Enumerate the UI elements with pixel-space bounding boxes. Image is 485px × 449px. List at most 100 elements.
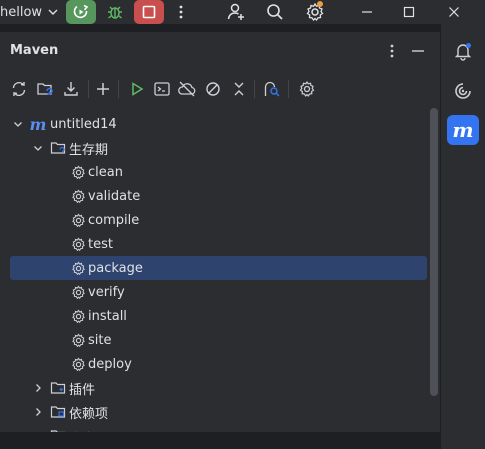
maven-toolbar <box>0 76 440 102</box>
collapse-all-icon <box>234 82 244 96</box>
toolbar-separator <box>254 80 255 98</box>
goal-row-validate[interactable]: validate <box>10 184 427 208</box>
project-label: untitled14 <box>50 116 117 132</box>
run-button[interactable] <box>66 0 96 24</box>
notifications-button[interactable] <box>447 36 479 66</box>
goal-label: verify <box>88 284 125 300</box>
maven-tool-button[interactable]: m <box>447 115 479 145</box>
ide-settings-button[interactable] <box>300 0 330 24</box>
goal-label: test <box>88 236 113 252</box>
close-icon <box>449 7 459 17</box>
window-close-button[interactable] <box>439 0 469 24</box>
tree-row-dependencies[interactable]: 依赖项 <box>10 400 427 424</box>
goal-label: deploy <box>88 356 132 372</box>
title-bar: hellow <box>0 0 485 24</box>
stop-button[interactable] <box>134 0 164 24</box>
plugins-label: 插件 <box>69 382 96 398</box>
more-vertical-icon <box>179 5 183 19</box>
goal-label: clean <box>88 164 123 180</box>
vertical-scrollbar[interactable] <box>430 108 438 396</box>
goal-row-install[interactable]: install <box>10 304 427 328</box>
goal-label: package <box>88 260 143 276</box>
gear-icon <box>70 308 86 324</box>
goal-row-verify[interactable]: verify <box>10 280 427 304</box>
ai-assistant-icon <box>455 83 471 99</box>
gear-icon <box>70 332 86 348</box>
lifecycle-label: 生存期 <box>69 142 109 158</box>
chevron-down-icon[interactable] <box>12 118 24 130</box>
gear-icon <box>70 188 86 204</box>
analyze-dependencies-icon <box>264 81 280 97</box>
gear-icon <box>70 236 86 252</box>
tree-row-repositories[interactable]: 仓库 <box>10 424 427 432</box>
chevron-down-icon <box>48 9 58 15</box>
add-maven-project-icon <box>37 83 53 95</box>
panel-title: Maven <box>10 43 59 58</box>
run-maven-build-icon <box>132 82 144 96</box>
maven-m-icon: m <box>29 114 47 134</box>
panel-header: Maven <box>0 32 440 70</box>
debug-button[interactable] <box>100 0 130 24</box>
project-selector[interactable]: hellow <box>0 2 60 22</box>
goal-row-clean[interactable]: clean <box>10 160 427 184</box>
search-icon <box>267 4 283 20</box>
goal-row-site[interactable]: site <box>10 328 427 352</box>
dependencies-label: 依赖项 <box>69 406 109 422</box>
window-minimize-button[interactable] <box>352 0 382 24</box>
reload-projects-button[interactable] <box>8 78 30 100</box>
gear-icon <box>70 212 86 228</box>
maven-settings-button[interactable] <box>296 78 318 100</box>
plus-icon <box>97 83 109 95</box>
ai-assistant-button[interactable] <box>447 76 479 106</box>
toolbar-separator <box>118 80 119 98</box>
chevron-down-icon[interactable] <box>32 142 44 154</box>
generate-sources-button[interactable] <box>34 78 56 100</box>
add-maven-project-button[interactable] <box>92 78 114 100</box>
hide-panel-button[interactable] <box>408 40 428 62</box>
toolbar-separator <box>288 80 289 98</box>
goal-row-test[interactable]: test <box>10 232 427 256</box>
execute-goal-button[interactable] <box>151 78 173 100</box>
offline-mode-icon <box>178 81 196 97</box>
reload-icon <box>12 81 26 97</box>
more-vertical-icon <box>390 44 394 58</box>
stop-icon <box>142 5 156 19</box>
gear-icon <box>70 260 86 276</box>
more-actions-button[interactable] <box>166 0 196 24</box>
gear-icon <box>70 284 86 300</box>
chevron-right-icon[interactable] <box>32 382 44 394</box>
settings-update-badge <box>317 1 323 7</box>
project-name: hellow <box>0 4 43 20</box>
code-with-me-button[interactable] <box>221 0 251 24</box>
goal-label: install <box>88 308 127 324</box>
dependencies-folder-icon <box>50 404 66 420</box>
tree-row-lifecycle[interactable]: 生存期 <box>10 136 427 160</box>
tree-row-plugins[interactable]: 插件 <box>10 376 427 400</box>
skip-tests-button[interactable] <box>202 78 224 100</box>
gear-icon <box>70 164 86 180</box>
plugins-folder-icon <box>50 380 66 396</box>
download-icon <box>64 82 78 96</box>
download-sources-button[interactable] <box>60 78 82 100</box>
chevron-right-icon[interactable] <box>32 406 44 418</box>
run-maven-build-button[interactable] <box>126 78 148 100</box>
maven-tool-icon: m <box>452 118 474 142</box>
goal-row-compile[interactable]: compile <box>10 208 427 232</box>
toolbar-separator <box>88 80 89 98</box>
execute-goal-icon <box>154 82 170 96</box>
goal-row-package[interactable]: package <box>10 256 427 280</box>
tree-row-project[interactable]: m untitled14 <box>10 112 427 136</box>
collapse-all-button[interactable] <box>228 78 250 100</box>
analyze-dependencies-button[interactable] <box>261 78 283 100</box>
lifecycle-folder-icon <box>50 140 66 156</box>
maven-settings-icon <box>299 80 315 97</box>
panel-options-button[interactable] <box>382 40 402 62</box>
window-maximize-button[interactable] <box>394 0 424 24</box>
goal-row-deploy[interactable]: deploy <box>10 352 427 376</box>
maven-tool-window: Maven m untitled14 生存期 clean validate co… <box>0 32 440 449</box>
minimize-icon <box>362 11 372 13</box>
goal-label: site <box>88 332 112 348</box>
toggle-offline-mode-button[interactable] <box>176 78 198 100</box>
search-everywhere-button[interactable] <box>260 0 290 24</box>
right-tool-strip: m <box>440 24 485 449</box>
